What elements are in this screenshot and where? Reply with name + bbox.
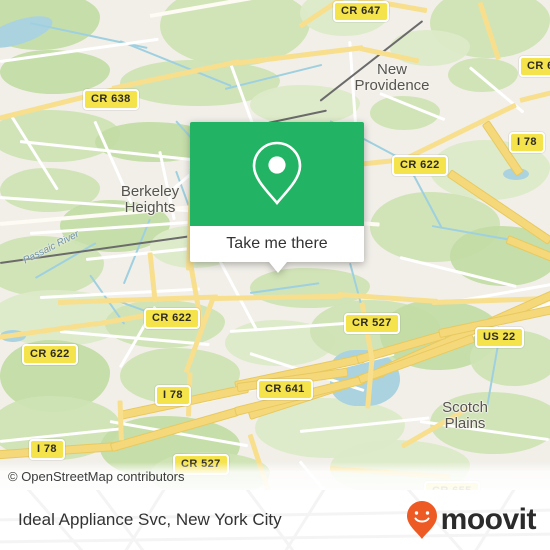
route-shield-cr-622[interactable]: CR 622 bbox=[22, 344, 78, 365]
route-shield-us-22[interactable]: US 22 bbox=[475, 327, 524, 348]
bottom-info-bar: Ideal Appliance Svc, New York City moovi… bbox=[0, 490, 550, 550]
take-me-there-popup[interactable]: Take me there bbox=[190, 122, 364, 273]
route-shield-cr-622[interactable]: CR 622 bbox=[392, 155, 448, 176]
route-shield-cr-647[interactable]: CR 647 bbox=[333, 1, 389, 22]
map-screenshot: New Providence Berkeley Heights Scotch P… bbox=[0, 0, 550, 550]
route-shield-cr-622[interactable]: CR 622 bbox=[144, 308, 200, 329]
popup-cta-label: Take me there bbox=[226, 235, 328, 252]
route-shield-i-78[interactable]: I 78 bbox=[509, 132, 545, 153]
popup-tail bbox=[269, 262, 287, 273]
popup-body bbox=[190, 122, 364, 226]
route-shield-cr-641[interactable]: CR 641 bbox=[257, 379, 313, 400]
osm-attribution-text: © OpenStreetMap contributors bbox=[8, 468, 185, 484]
map-canvas[interactable]: New Providence Berkeley Heights Scotch P… bbox=[0, 0, 550, 490]
place-title: Ideal Appliance Svc, New York City bbox=[18, 510, 282, 529]
route-shield-cr-527[interactable]: CR 527 bbox=[344, 313, 400, 334]
map-pin-icon bbox=[252, 141, 302, 206]
moovit-pin-smiley-icon bbox=[406, 501, 437, 539]
route-shield-cr-638[interactable]: CR 638 bbox=[83, 89, 139, 110]
route-shield-i-78[interactable]: I 78 bbox=[155, 385, 191, 406]
moovit-wordmark: moovit bbox=[440, 503, 537, 536]
route-shield-i-78[interactable]: I 78 bbox=[29, 439, 65, 460]
bottom-bar-content: Ideal Appliance Svc, New York City moovi… bbox=[0, 490, 550, 550]
route-shield-cr-622[interactable]: CR 622 bbox=[519, 56, 550, 77]
popup-cta[interactable]: Take me there bbox=[190, 226, 364, 262]
moovit-logo[interactable]: moovit bbox=[405, 500, 537, 540]
osm-attribution: © OpenStreetMap contributors bbox=[0, 462, 550, 490]
